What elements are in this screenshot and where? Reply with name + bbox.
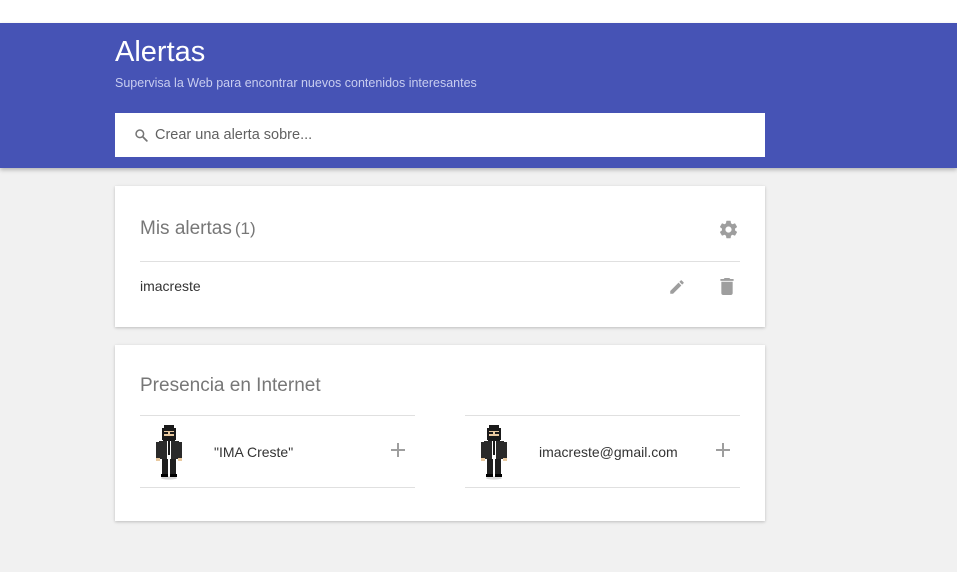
internet-presence-card: Presencia en Internet "IMA Creste" imacr… [115,345,765,521]
divider [140,261,740,262]
my-alerts-title-text: Mis alertas [140,218,232,239]
pencil-icon[interactable] [668,278,686,296]
presence-item-label: "IMA Creste" [214,444,294,460]
presence-item[interactable]: "IMA Creste" [140,415,415,488]
plus-icon[interactable] [715,442,731,458]
my-alerts-card: Mis alertas (1) imacreste [115,186,765,327]
avatar [156,425,182,480]
trash-icon[interactable] [720,278,734,295]
search-icon [135,129,148,142]
avatar [481,425,507,480]
plus-icon[interactable] [390,442,406,458]
presence-item[interactable]: imacreste@gmail.com [465,415,740,488]
search-box[interactable] [115,113,765,157]
my-alerts-title: Mis alertas (1) [140,217,256,241]
gear-icon[interactable] [718,219,739,240]
my-alerts-count: (1) [234,219,256,238]
presence-item-label: imacreste@gmail.com [539,444,678,460]
search-input[interactable] [155,113,755,157]
top-strip [0,0,957,23]
page-title: Alertas [115,36,206,68]
page-subtitle: Supervisa la Web para encontrar nuevos c… [115,76,477,90]
internet-presence-title: Presencia en Internet [140,375,321,396]
header: Alertas Supervisa la Web para encontrar … [0,23,957,168]
alert-item-label[interactable]: imacreste [140,277,201,295]
